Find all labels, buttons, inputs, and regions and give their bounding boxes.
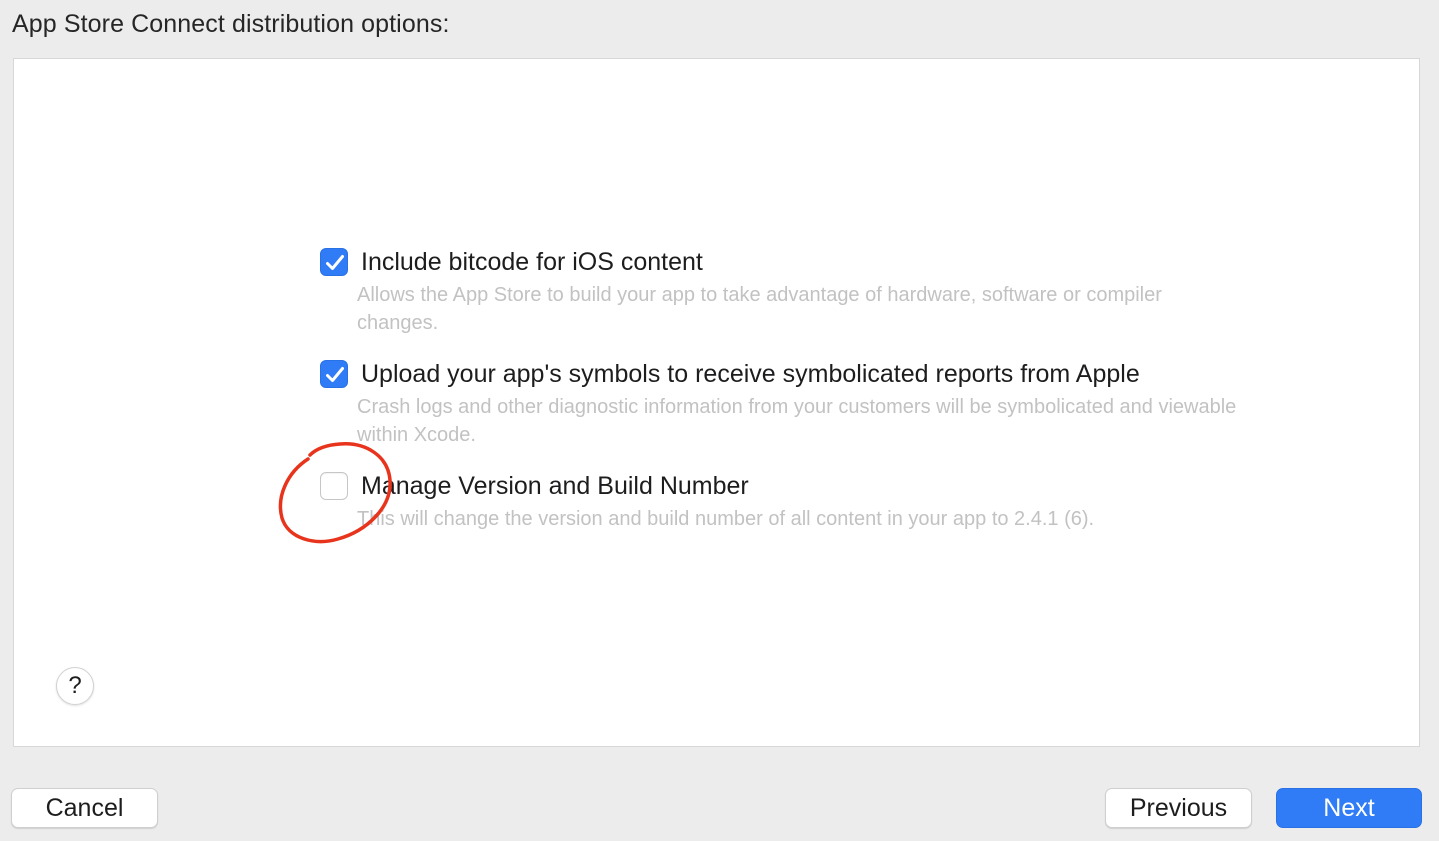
page-title: App Store Connect distribution options:	[12, 10, 450, 38]
manage-version-description: This will change the version and build n…	[357, 508, 1095, 530]
upload-symbols-label[interactable]: Upload your app's symbols to receive sym…	[361, 360, 1140, 388]
checkmark-icon	[326, 367, 344, 382]
next-button[interactable]: Next	[1276, 788, 1422, 828]
checkmark-icon	[326, 255, 344, 270]
upload-symbols-checkbox[interactable]	[320, 360, 348, 388]
include-bitcode-label[interactable]: Include bitcode for iOS content	[361, 248, 703, 276]
cancel-button[interactable]: Cancel	[11, 788, 158, 828]
manage-version-label[interactable]: Manage Version and Build Number	[361, 472, 749, 500]
upload-symbols-description: Crash logs and other diagnostic informat…	[357, 396, 1237, 446]
help-button[interactable]: ?	[56, 667, 94, 705]
previous-button[interactable]: Previous	[1105, 788, 1252, 828]
include-bitcode-description: Allows the App Store to build your app t…	[357, 284, 1162, 334]
include-bitcode-checkbox[interactable]	[320, 248, 348, 276]
manage-version-checkbox[interactable]	[320, 472, 348, 500]
options-panel: Include bitcode for iOS content Allows t…	[13, 58, 1420, 747]
